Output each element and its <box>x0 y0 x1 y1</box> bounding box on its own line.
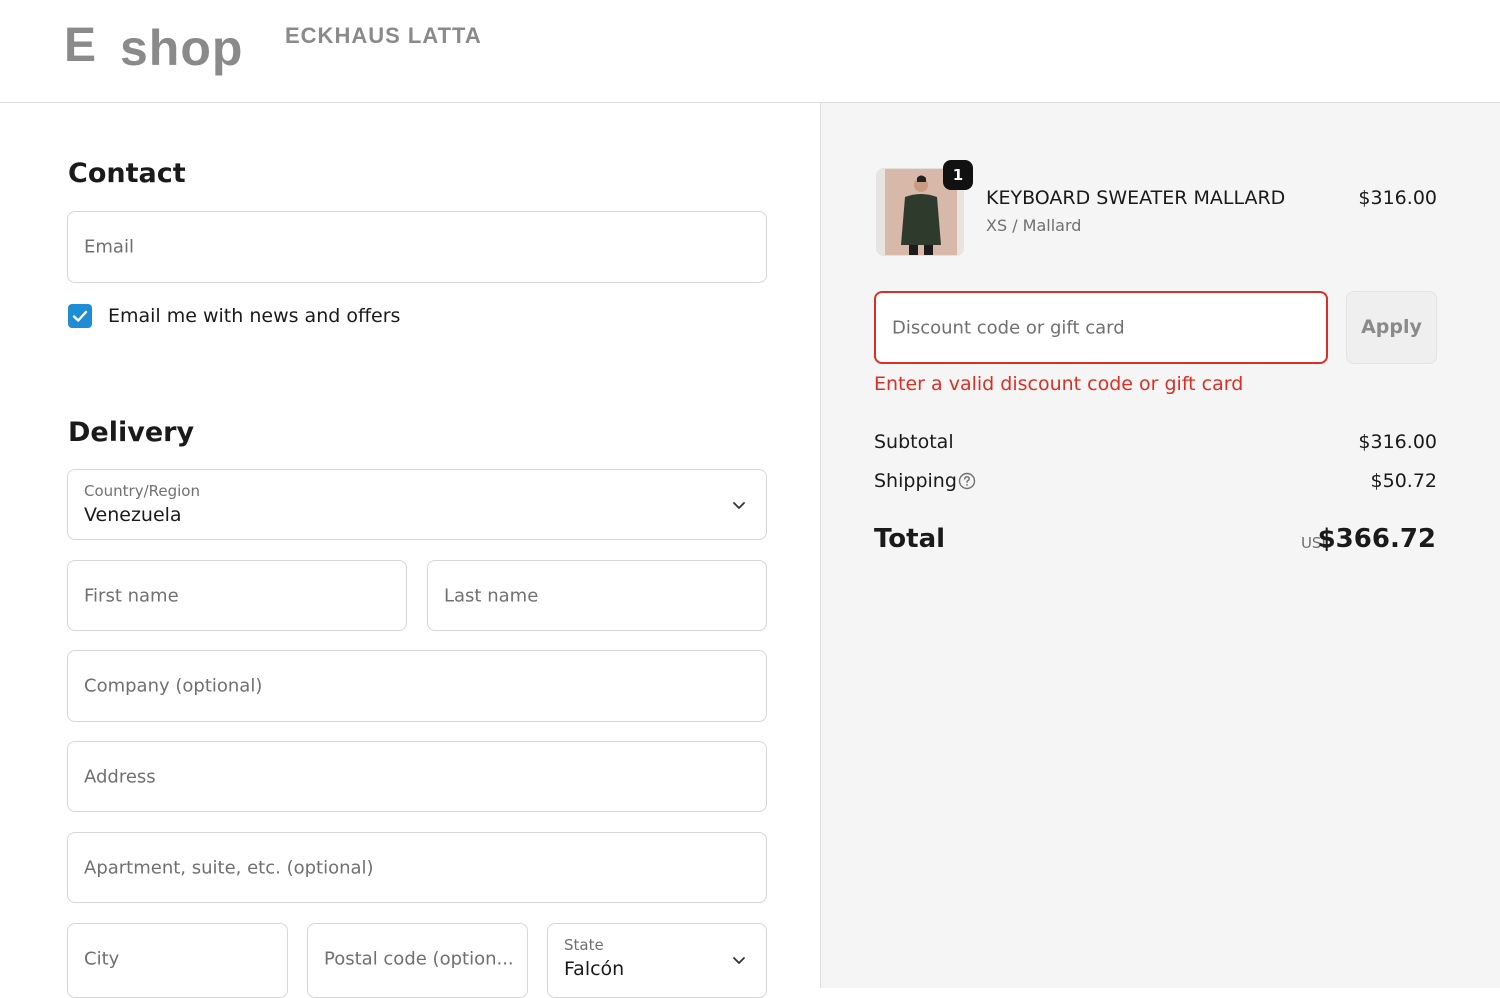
discount-placeholder: Discount code or gift card <box>892 317 1125 338</box>
apply-button[interactable]: Apply <box>1346 291 1437 364</box>
last-name-field[interactable]: Last name <box>427 560 767 631</box>
subtotal-value: $316.00 <box>1358 431 1437 453</box>
address-placeholder: Address <box>84 766 156 787</box>
chevron-down-icon <box>733 501 745 509</box>
company-field[interactable]: Company (optional) <box>67 650 767 722</box>
newsletter-checkbox[interactable] <box>68 304 92 328</box>
header: E shop ECKHAUS LATTA <box>0 0 1500 103</box>
contact-heading: Contact <box>68 158 186 189</box>
logo-shop[interactable]: shop <box>120 18 243 78</box>
state-label: State <box>564 936 604 954</box>
product-price: $316.00 <box>1358 187 1437 209</box>
delivery-heading: Delivery <box>68 417 195 448</box>
shipping-value: $50.72 <box>1370 470 1437 492</box>
postal-code-placeholder: Postal code (option... <box>324 948 514 970</box>
state-value: Falcón <box>564 958 625 980</box>
city-placeholder: City <box>84 948 120 970</box>
product-name: KEYBOARD SWEATER MALLARD <box>986 187 1286 209</box>
apartment-placeholder: Apartment, suite, etc. (optional) <box>84 857 374 878</box>
discount-input[interactable]: Discount code or gift card <box>874 291 1328 364</box>
first-name-field[interactable]: First name <box>67 560 407 631</box>
email-placeholder: Email <box>84 236 134 258</box>
product-variant: XS / Mallard <box>986 216 1082 235</box>
total-label: Total <box>874 524 946 554</box>
help-circle-icon[interactable] <box>958 472 976 490</box>
quantity-badge: 1 <box>943 160 973 190</box>
postal-code-field[interactable]: Postal code (option... <box>307 923 528 998</box>
state-select[interactable]: State Falcón <box>547 923 767 998</box>
shipping-label: Shipping <box>874 470 957 492</box>
country-label: Country/Region <box>84 482 200 500</box>
chevron-down-icon <box>733 957 745 964</box>
address-field[interactable]: Address <box>67 741 767 812</box>
checkmark-icon <box>72 310 88 322</box>
company-placeholder: Company (optional) <box>84 675 263 697</box>
country-value: Venezuela <box>84 504 182 526</box>
first-name-placeholder: First name <box>84 585 179 606</box>
city-field[interactable]: City <box>67 923 288 998</box>
country-select[interactable]: Country/Region Venezuela <box>67 469 767 540</box>
last-name-placeholder: Last name <box>444 585 539 606</box>
newsletter-label[interactable]: Email me with news and offers <box>108 304 400 328</box>
subtotal-label: Subtotal <box>874 431 954 453</box>
discount-error: Enter a valid discount code or gift card <box>874 373 1244 395</box>
brand-name[interactable]: ECKHAUS LATTA <box>285 22 482 50</box>
apartment-field[interactable]: Apartment, suite, etc. (optional) <box>67 832 767 903</box>
logo-letter[interactable]: E <box>64 18 97 74</box>
total-value: $366.72 <box>1317 524 1436 554</box>
email-field[interactable]: Email <box>67 211 767 283</box>
